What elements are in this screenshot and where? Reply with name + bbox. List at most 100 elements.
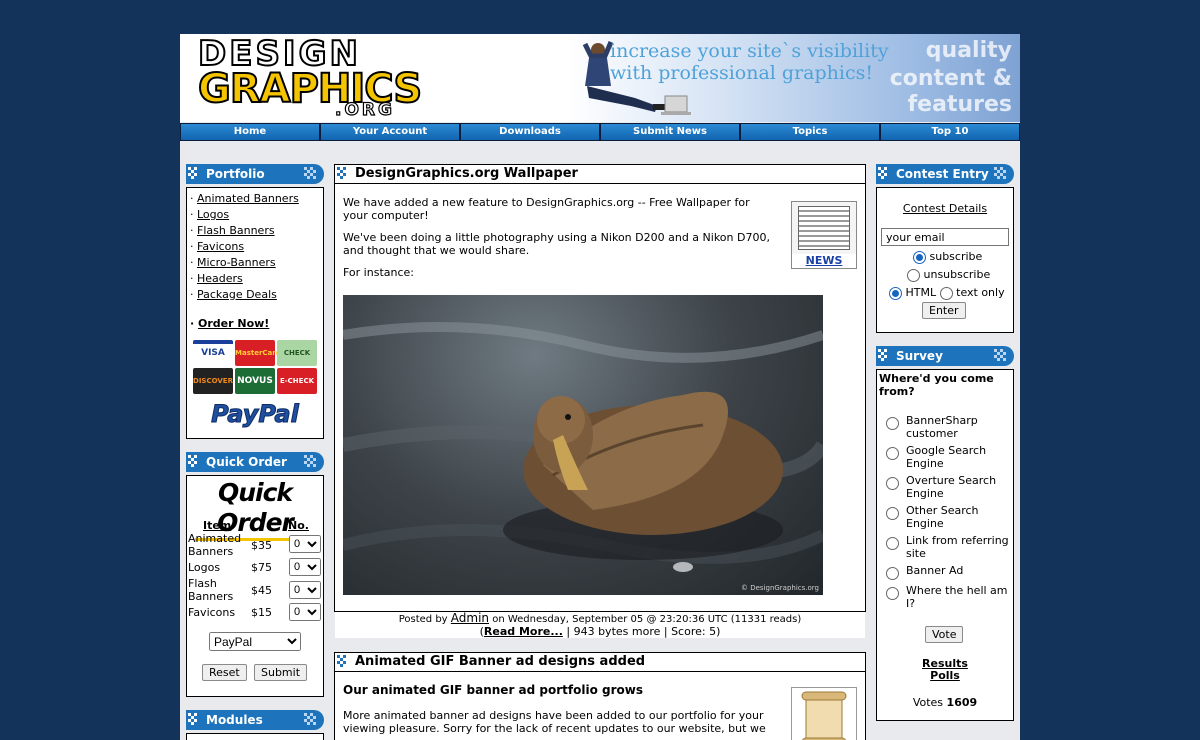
text-only-radio[interactable] [939,286,953,300]
survey-option-label: Banner Ad [906,564,964,577]
score: Score: 5 [671,625,717,638]
survey-header: Survey [876,346,1014,366]
center-column: DesignGraphics.org Wallpaper NEWS We hav… [334,164,866,740]
posted-on: on Wednesday, September 05 @ 23:20:36 UT… [492,614,802,625]
site-logo[interactable]: DESIGN GRAPHICS .ORG [197,36,428,121]
nav-topics[interactable]: Topics [741,124,879,140]
article-footer: Posted by Admin on Wednesday, September … [335,611,865,638]
submit-button[interactable]: Submit [254,664,308,681]
site-header: DESIGN GRAPHICS .ORG increase your site`… [180,34,1020,122]
nav-downloads[interactable]: Downloads [461,124,599,140]
pixel-dots-icon [188,713,202,727]
survey-title: Survey [896,349,943,363]
article-title: DesignGraphics.org Wallpaper [355,166,578,181]
link-package-deals[interactable]: Package Deals [197,288,277,301]
polls-link[interactable]: Polls [930,669,960,682]
banner-side-3: features [907,92,1012,117]
pixel-dots-icon [304,167,318,181]
discover-card-icon: DISCOVER [193,368,233,394]
survey-radio[interactable] [886,567,899,580]
payment-method-select[interactable]: PayPal [209,632,301,651]
pixel-dots-icon [304,713,318,727]
reset-button[interactable]: Reset [202,664,247,681]
survey-option-label: Overture Search Engine [906,474,997,500]
survey-radio[interactable] [886,507,899,520]
article-header: DesignGraphics.org Wallpaper [335,165,865,184]
payment-cards: VISA MasterCard CHECK DISCOVER NOVUS E-C… [193,340,323,402]
nav-your-account[interactable]: Your Account [321,124,459,140]
survey-radio[interactable] [886,417,899,430]
main-nav: Home Your Account Downloads Submit News … [180,123,1020,141]
read-more-link[interactable]: Read More... [484,625,563,638]
article-paragraph: We've been doing a little photography us… [343,231,770,257]
survey-radio[interactable] [886,447,899,460]
author-link[interactable]: Admin [451,611,489,625]
novus-card-icon: NOVUS [235,368,275,394]
banner-tagline-1: increase your site`s visibility [610,40,889,62]
modules-header: Modules [186,710,324,730]
article-paragraph: We have added a new feature to DesignGra… [343,196,750,222]
survey-radio[interactable] [886,537,899,550]
qty-animated-banners-select[interactable]: 0 [289,535,321,553]
link-flash-banners[interactable]: Flash Banners [197,224,275,237]
subscribe-label: subscribe [929,250,983,263]
survey-options: BannerSharp customer Google Search Engin… [886,414,1012,614]
nav-home[interactable]: Home [181,124,319,140]
banner-side-1: quality [925,38,1012,63]
right-column: Contest Entry Contest Details subscribe … [876,164,1014,740]
order-item-label: Favicons [188,606,236,619]
order-now-link[interactable]: Order Now! [198,317,269,330]
col-no-header: No. [288,519,309,532]
subscribe-radio[interactable] [913,250,926,264]
article-banner-designs: Animated GIF Banner ad designs added Our… [334,652,866,740]
link-micro-banners[interactable]: Micro-Banners [197,256,276,269]
email-input[interactable] [881,228,1009,246]
article-paragraph: For instance: [343,266,414,279]
survey-radio[interactable] [886,477,899,490]
pixel-dots-icon [188,167,202,181]
article-header: Animated GIF Banner ad designs added [335,653,865,672]
scroll-topic-icon[interactable] [791,687,857,740]
article-title: Animated GIF Banner ad designs added [355,654,646,669]
text-only-label: text only [956,286,1005,299]
check-icon: CHECK [277,340,317,366]
votes-number: 1609 [946,696,978,709]
link-favicons[interactable]: Favicons [197,240,244,253]
link-headers[interactable]: Headers [197,272,243,285]
paypal-logo: PayPal [211,400,300,429]
order-item-label: Animated Banners [188,532,242,558]
pixel-dots-icon [337,655,351,669]
mastercard-icon: MasterCard [235,340,281,366]
unsubscribe-radio[interactable] [907,268,920,282]
article-wallpaper: DesignGraphics.org Wallpaper NEWS We hav… [334,164,866,638]
portfolio-links: · Animated Banners · Logos · Flash Banne… [190,192,299,330]
bytes-more: 943 bytes more [573,625,661,638]
portfolio-header: Portfolio [186,164,324,184]
echeck-icon: E-CHECK [277,368,317,394]
quick-order-title: Quick Order [206,455,287,469]
survey-option-label: Link from referring site [906,534,1009,560]
news-topic-icon[interactable]: NEWS [791,201,857,269]
survey-option-label: Other Search Engine [906,504,979,530]
pixel-dots-icon [994,349,1008,363]
modules-title: Modules [206,713,263,727]
link-animated-banners[interactable]: Animated Banners [197,192,299,205]
vote-button[interactable]: Vote [925,626,964,643]
modules-block [186,733,324,740]
qty-flash-banners-select[interactable]: 0 [289,581,321,599]
link-logos[interactable]: Logos [197,208,229,221]
qty-logos-select[interactable]: 0 [289,558,321,576]
nav-top-10[interactable]: Top 10 [881,124,1019,140]
votes-label: Votes [912,696,944,709]
html-radio[interactable] [889,286,902,300]
unsubscribe-label: unsubscribe [923,268,991,281]
article-body: Our animated GIF banner ad portfolio gro… [335,672,865,736]
header-banner[interactable]: increase your site`s visibility with pro… [565,34,1020,122]
enter-button[interactable]: Enter [922,302,966,319]
contest-details-link[interactable]: Contest Details [903,202,987,215]
nav-submit-news[interactable]: Submit News [601,124,739,140]
survey-radio[interactable] [886,587,899,600]
qty-favicons-select[interactable]: 0 [289,603,321,621]
duck-photo: © DesignGraphics.org [343,295,823,595]
pixel-dots-icon [878,167,892,181]
